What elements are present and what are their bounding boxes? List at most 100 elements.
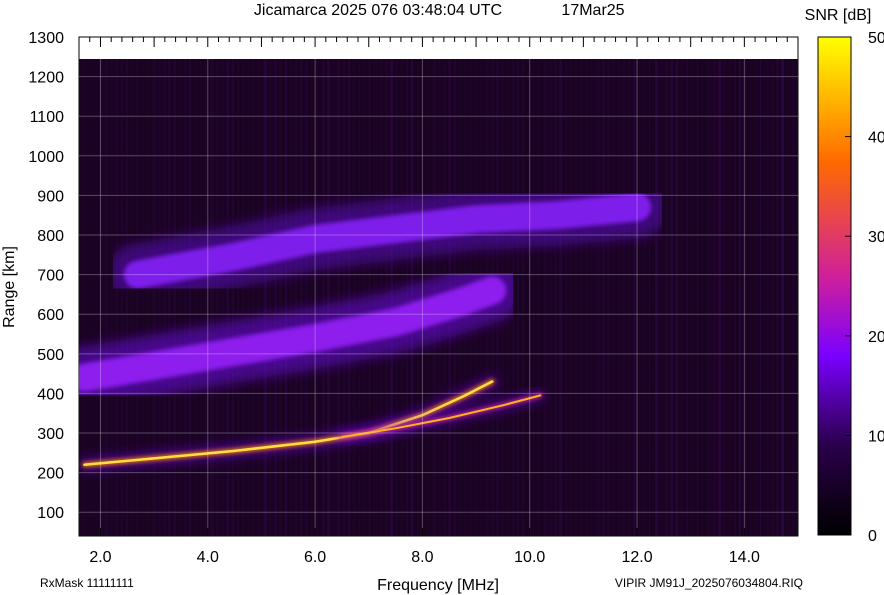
y-tick-label: 1200 <box>28 70 64 87</box>
noise-streak <box>760 59 761 536</box>
noise-streak <box>781 59 784 536</box>
noise-streak <box>586 59 587 536</box>
noise-streak <box>665 59 668 536</box>
noise-streak <box>729 59 731 536</box>
y-tick-label: 400 <box>37 386 64 403</box>
y-tick-label: 800 <box>37 228 64 245</box>
noise-streak <box>750 59 751 536</box>
noise-streak <box>306 59 307 536</box>
colorbar-tick-label: 20 <box>868 329 884 346</box>
colorbar-label: SNR [dB] <box>805 7 872 24</box>
y-tick-label: 1000 <box>28 149 64 166</box>
noise-streak <box>707 59 708 536</box>
noise-streak <box>189 59 191 536</box>
noise-streak <box>221 59 224 536</box>
noise-streak <box>200 59 201 536</box>
noise-streak <box>248 59 249 536</box>
colorbar-tick-label: 40 <box>868 130 884 147</box>
noise-streak <box>337 59 340 536</box>
noise-streak <box>612 59 615 536</box>
ionogram-chart: Jicamarca 2025 076 03:48:04 UTC 17Mar25 … <box>1 2 884 594</box>
y-tick-label: 1100 <box>30 109 65 126</box>
noise-streak <box>274 59 277 536</box>
noise-streak <box>343 59 345 536</box>
noise-streak <box>211 59 214 536</box>
noise-streak <box>253 59 254 536</box>
y-tick-label: 300 <box>37 426 64 443</box>
noise-streak <box>258 59 259 536</box>
noise-streak <box>723 59 726 536</box>
noise-streak <box>322 59 325 536</box>
x-tick-label: 10.0 <box>514 549 545 566</box>
colorbar-tick-label: 50 <box>868 30 884 47</box>
noise-streak <box>290 59 292 536</box>
noise-streak <box>565 59 567 536</box>
noise-streak <box>596 59 597 536</box>
noise-streak <box>348 59 350 536</box>
noise-streak <box>607 59 610 536</box>
noise-streak <box>771 59 774 536</box>
noise-streak <box>734 59 736 536</box>
noise-streak <box>597 59 600 536</box>
noise-streak <box>232 59 234 536</box>
noise-streak <box>522 59 524 536</box>
noise-streak <box>216 59 219 536</box>
noise-streak <box>633 59 635 536</box>
noise-streak <box>300 59 302 536</box>
noise-streak <box>644 59 645 536</box>
x-tick-label: 2.0 <box>89 549 111 566</box>
noise-streak <box>692 59 693 536</box>
noise-streak <box>533 59 534 536</box>
noise-streak <box>237 59 239 536</box>
noise-streak <box>676 59 678 536</box>
noise-streak <box>316 59 317 536</box>
noise-streak <box>570 59 572 536</box>
noise-streak <box>697 59 698 536</box>
chart-title: Jicamarca 2025 076 03:48:04 UTC <box>254 2 502 19</box>
noise-streak <box>739 59 741 536</box>
colorbar-tick-label: 10 <box>868 428 884 445</box>
noise-streak <box>623 59 625 536</box>
noise-streak <box>269 59 272 536</box>
noise-streak <box>708 59 711 536</box>
noise-streak <box>353 59 355 536</box>
colorbar-tick-label: 30 <box>868 229 884 246</box>
y-tick-label: 200 <box>37 466 64 483</box>
y-axis-label: Range [km] <box>1 246 18 328</box>
noise-streak <box>195 59 196 536</box>
noise-streak <box>575 59 577 536</box>
x-tick-label: 6.0 <box>304 549 326 566</box>
noise-streak <box>295 59 297 536</box>
x-tick-label: 8.0 <box>411 549 433 566</box>
noise-streak <box>639 59 640 536</box>
noise-streak <box>713 59 716 536</box>
noise-streak <box>628 59 630 536</box>
y-tick-label: 1300 <box>28 30 64 47</box>
noise-streak <box>755 59 756 536</box>
noise-streak <box>655 59 658 536</box>
noise-streak <box>285 59 287 536</box>
noise-streak <box>205 59 206 536</box>
noise-streak <box>226 59 229 536</box>
noise-streak <box>242 59 244 536</box>
noise-streak <box>591 59 592 536</box>
noise-streak <box>263 59 264 536</box>
chart-date: 17Mar25 <box>561 2 624 19</box>
colorbar <box>817 36 852 536</box>
noise-streak <box>718 59 721 536</box>
noise-streak <box>538 59 539 536</box>
noise-streak <box>686 59 688 536</box>
noise-streak <box>670 59 673 536</box>
noise-streak <box>581 59 582 536</box>
noise-streak <box>264 59 267 536</box>
noise-streak <box>797 59 798 536</box>
noise-streak <box>554 59 557 536</box>
noise-streak <box>544 59 547 536</box>
noise-streak <box>528 59 529 536</box>
noise-streak <box>792 59 794 536</box>
noise-streak <box>660 59 663 536</box>
noise-streak <box>332 59 335 536</box>
noise-streak <box>210 59 211 536</box>
file-label: VIPIR JM91J_2025076034804.RIQ <box>615 576 803 590</box>
x-tick-label: 12.0 <box>621 549 652 566</box>
